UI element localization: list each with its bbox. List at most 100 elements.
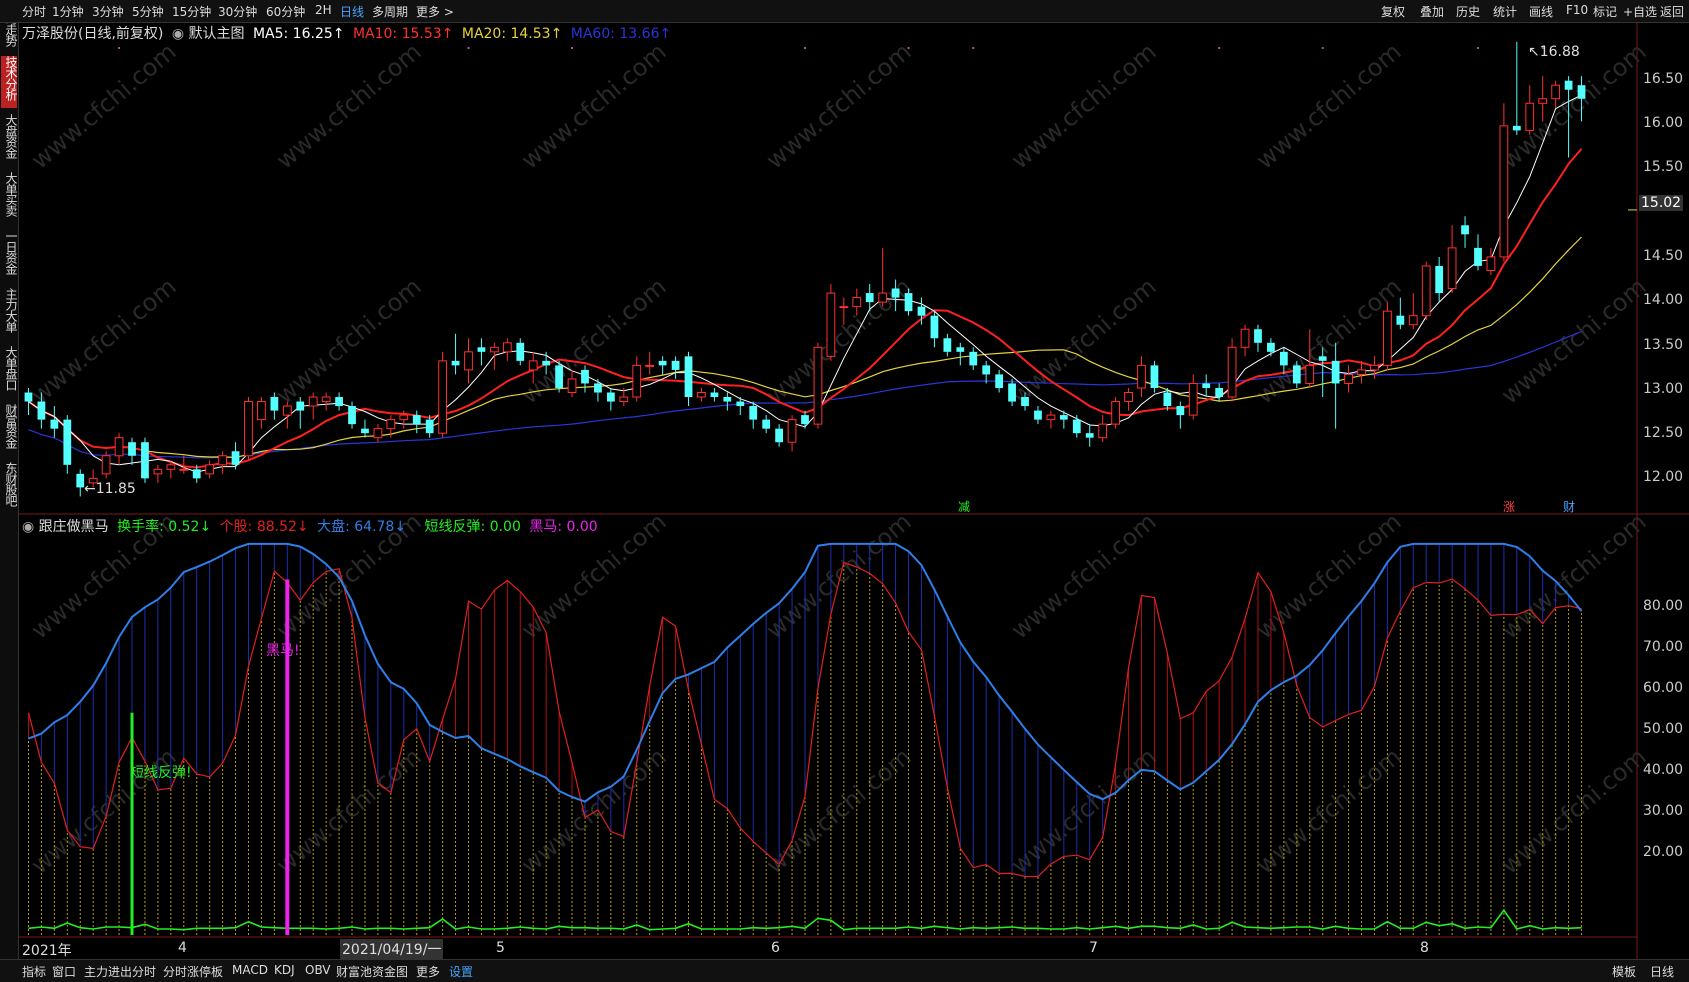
candle-body-down [192,469,201,479]
turnover-label: 换手率: 0.52↓ [117,519,212,535]
time-label: 8 [1420,940,1429,956]
watermark-text: www.cfchi.com [26,272,182,409]
candle-body-down [1331,360,1340,384]
watermark-text: www.cfchi.com [1006,507,1162,644]
candle-body-down [1008,383,1016,402]
candle-body-down [671,360,680,370]
price-tick: 14.50 [1643,248,1684,264]
cursor-date-label: 2021/04/19/一 [340,939,444,959]
watermark-text: www.cfchi.com [1251,37,1407,174]
rebound-signal-label: 短线反弹! [130,765,192,781]
candle-body-down [128,442,136,456]
candle-body-down [969,351,978,366]
dark-horse-signal-label: 黑马! [266,643,300,659]
candle-body-up [502,342,512,353]
candle-body-down [762,419,771,429]
candle-body-down [1163,392,1172,407]
indicator-tick: 40.00 [1643,762,1684,778]
time-label: 2021年 [22,943,72,959]
candle-body-up [308,396,318,407]
candle-body-down [594,383,602,393]
candle-body-up [632,364,642,398]
candle-body-up [153,468,163,475]
watermark-text: www.cfchi.com [1006,37,1162,174]
candle-body-down [982,365,991,375]
candle-body-down [1396,315,1405,325]
dark-horse-value-label: 黑马: 0.00 [529,519,598,535]
candle-body-down [684,356,693,398]
indicator-pane-header: ◉ 跟庄做黑马 换手率: 0.52↓ 个股: 88.52↓ 大盘: 64.78↓… [22,516,598,536]
candle-body-down [1267,342,1275,352]
candle-body-up [787,419,797,443]
candle-body-down [658,360,667,366]
price-tick: 13.50 [1643,337,1684,353]
candle-body-down [1292,365,1301,384]
candle-body-up [438,360,448,434]
stock-value-label: 个股: 88.52↓ [219,519,309,535]
candle-body-up [567,378,577,394]
candle-body-up [1499,125,1509,258]
candle-body-up [1111,401,1120,425]
tab-limit-up[interactable]: 分时涨停板 [163,963,223,980]
candle-body-up [373,428,383,439]
candle-body-down [891,288,900,298]
candle-body-up [1447,247,1457,290]
tab-settings[interactable]: 设置 [449,963,473,980]
candle-body-up [179,468,189,471]
candle-body-down [1318,356,1327,361]
indicator-tick: 30.00 [1643,803,1684,819]
candle-body-down [865,293,874,303]
tab-macd[interactable]: MACD [232,963,268,977]
watermark-text: www.cfchi.com [761,37,917,174]
indicator-tick: 20.00 [1643,844,1684,860]
candle-body-down [296,401,305,411]
daily-period-button[interactable]: 日线 [1650,963,1674,980]
candle-body-down [904,293,913,312]
candle-body-down [606,392,615,402]
candle-body-down [995,374,1004,388]
event-rise-marker[interactable]: 涨 [1503,498,1515,515]
tab-indicator[interactable]: 指标 [22,963,46,980]
tab-kdj[interactable]: KDJ [274,963,295,977]
candle-body-down [1461,225,1469,235]
indicator-name[interactable]: 跟庄做黑马 [39,519,109,535]
template-icon[interactable]: ◉ [172,26,184,42]
tab-window[interactable]: 窗口 [52,963,76,980]
kline-chart[interactable]: www.cfchi.com www.cfchi.com www.cfchi.com w… [0,0,1689,981]
event-finance-marker[interactable]: 财 [1563,498,1575,515]
candle-body-up [205,464,215,475]
candle-body-down [917,306,926,316]
watermark-text: www.cfchi.com [271,742,427,879]
candle-body-up [1370,364,1379,371]
candle-body-down [37,401,46,420]
tab-more[interactable]: 更多 [416,963,440,980]
candle-body-down [348,406,356,425]
event-reduce-marker[interactable]: 减 [958,498,970,515]
candle-body-up [1408,315,1418,326]
candle-body-down [1085,433,1094,438]
template-button[interactable]: 模板 [1612,963,1636,980]
high-price-label: ↖16.88 [1528,44,1580,60]
template-label[interactable]: 默认主图 [189,26,245,42]
watermark-text: www.cfchi.com [1251,507,1407,644]
candle-body-down [1577,85,1586,99]
candle-body-up [645,364,655,367]
event-dot [1476,47,1479,49]
candle-body-up [1137,364,1146,389]
tab-obv[interactable]: OBV [305,963,331,977]
candle-body-down [76,473,85,488]
watermark-text: www.cfchi.com [1496,507,1652,644]
candle-body-up [1525,102,1535,131]
price-tick: 15.50 [1643,159,1684,175]
candle-body-down [425,419,434,434]
indicator-settings-icon[interactable]: ◉ [22,519,34,535]
candle-body-down [231,451,240,465]
candle-body-down [63,419,72,465]
stock-title: 万泽股份(日线,前复权) [22,26,164,42]
candle-body-up [1538,98,1548,104]
candle-body-up [839,306,849,309]
candle-body-down [451,360,460,366]
event-dot [972,47,975,49]
tab-wealth-pool[interactable]: 财富池资金图 [336,963,408,980]
tab-main-flow[interactable]: 主力进出分时 [84,963,156,980]
